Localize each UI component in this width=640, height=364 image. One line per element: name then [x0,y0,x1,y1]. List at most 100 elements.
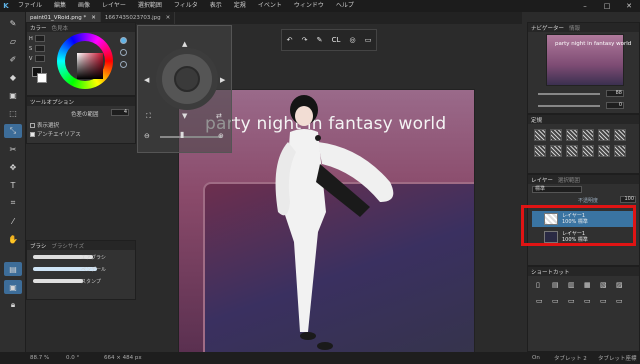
save-file-icon[interactable]: ▥ [568,281,575,289]
arrow-right-icon[interactable]: ▶ [220,76,225,84]
shortcut-icon[interactable]: ▭ [568,297,575,305]
menu-selection[interactable]: 選択範囲 [132,0,168,12]
ruler-preset[interactable] [582,129,594,141]
color-mode-radio-2[interactable] [120,49,127,56]
brush-tool-icon[interactable]: ✐ [4,52,22,66]
zoom-out-icon[interactable]: ⊖ [144,132,150,140]
value-field[interactable] [35,55,45,62]
zoom-slider[interactable] [538,93,600,95]
menu-file[interactable]: ファイル [12,0,48,12]
rotate-input[interactable]: 0 [606,102,624,109]
color-wheel[interactable] [57,33,113,89]
rotation-navigator-overlay[interactable]: ▲ ◀ ▶ ▼ ⛶ ⇄ ⊖ ⊕ ▮ [137,25,232,153]
select-rect-icon[interactable]: ⬚ [4,106,22,120]
menu-image[interactable]: 画像 [72,0,96,12]
antialias-checkbox[interactable] [30,132,35,137]
menu-ruler[interactable]: 定規 [228,0,252,12]
rotation-dial-center[interactable] [174,66,200,92]
ruler-preset[interactable] [598,145,610,157]
zoom-slider-handle[interactable]: ▮ [180,130,184,139]
menu-layer[interactable]: レイヤー [96,0,132,12]
tab-brush[interactable]: ブラシ [30,242,46,250]
ruler-preset[interactable] [614,145,626,157]
ruler-preset[interactable] [566,145,578,157]
ruler-preset[interactable] [550,145,562,157]
ruler-preset[interactable] [614,129,626,141]
maximize-button[interactable]: □ [596,0,618,12]
show-selection-option[interactable]: 表示選択 [30,121,59,129]
show-selection-checkbox[interactable] [30,123,35,128]
export-icon[interactable]: ▦ [584,281,591,289]
blend-mode-select[interactable]: 標準 [532,186,582,193]
shortcut-icon[interactable]: ▭ [584,297,591,305]
undo-icon[interactable]: ↶ [287,36,293,44]
tab-info[interactable]: 情報 [569,24,580,32]
ruler-preset[interactable] [550,129,562,141]
hue-field[interactable] [35,35,45,42]
antialias-option[interactable]: アンチエイリアス [30,130,81,138]
ruler-preset[interactable] [598,129,610,141]
ruler-preset[interactable] [582,145,594,157]
crop-tool-icon[interactable]: ⌗ [4,196,22,210]
target-icon[interactable]: ◎ [350,36,356,44]
tab-layer[interactable]: レイヤー [531,176,553,184]
zoom-slider[interactable] [160,136,222,138]
minimize-button[interactable]: – [574,0,596,12]
color-mode-radio-3[interactable] [120,61,127,68]
mask-mode-icon[interactable]: ▣ [4,280,22,294]
color-mode-radio-1[interactable] [120,37,127,44]
rotation-dial[interactable] [156,48,218,110]
lock-icon[interactable]: 🔒︎ [4,298,22,312]
close-icon[interactable]: ✕ [166,12,171,24]
shortcut-icon[interactable]: ▭ [600,297,607,305]
background-color-swatch[interactable] [37,73,47,83]
tab-color[interactable]: カラー [30,24,47,32]
zoom-in-icon[interactable]: ⊕ [218,132,224,140]
fit-view-icon[interactable]: ⛶ [146,112,151,121]
tab-brush-size[interactable]: ブラシサイズ [51,242,84,250]
copy-icon[interactable]: ▧ [600,281,607,289]
menu-event[interactable]: イベント [252,0,288,12]
ruler-preset[interactable] [566,129,578,141]
ruler-preset[interactable] [534,145,546,157]
shortcut-icon[interactable]: ▭ [536,297,543,305]
saturation-value-square[interactable] [77,53,103,79]
pen-tool-icon[interactable]: ✎ [4,16,22,30]
lasso-tool-icon[interactable]: ✂ [4,142,22,156]
shortcut-icon[interactable]: ▭ [552,297,559,305]
magic-wand-icon[interactable]: ⤡ [4,124,22,138]
menu-window[interactable]: ウィンドウ [288,0,330,12]
redo-icon[interactable]: ↷ [302,36,308,44]
menu-view[interactable]: 表示 [204,0,228,12]
edit-mode-icon[interactable]: ▤ [4,262,22,276]
gradient-tool-icon[interactable]: ▣ [4,88,22,102]
tab-swatches[interactable]: 色見本 [52,24,69,32]
flip-icon[interactable]: ⇄ [216,112,222,120]
paste-icon[interactable]: ▨ [616,281,623,289]
color-range-input[interactable]: 4 [111,109,129,116]
opacity-input[interactable]: 100 [620,196,636,203]
ruler-preset[interactable] [534,129,546,141]
pen-icon[interactable]: ✎ [317,36,323,44]
arrow-up-icon[interactable]: ▲ [182,40,187,48]
brush-stroke-preview[interactable] [33,279,83,283]
shortcut-icon[interactable]: ▭ [616,297,623,305]
move-tool-icon[interactable]: ✥ [4,160,22,174]
new-file-icon[interactable]: ▯ [536,281,540,289]
fill-tool-icon[interactable]: ◆ [4,70,22,84]
menu-edit[interactable]: 編集 [48,0,72,12]
window-icon[interactable]: ▭ [365,36,372,44]
menu-help[interactable]: ヘルプ [330,0,360,12]
tab-navigator[interactable]: ナビゲーター [531,24,564,32]
menu-filter[interactable]: フィルタ [168,0,204,12]
zoom-input[interactable]: 88 [606,90,624,97]
rotate-slider[interactable] [538,105,600,107]
eyedropper-icon[interactable]: ⁄ [4,214,22,228]
eraser-tool-icon[interactable]: ▱ [4,34,22,48]
saturation-field[interactable] [35,45,45,52]
tab-selection[interactable]: 選択範囲 [558,176,580,184]
open-file-icon[interactable]: ▤ [552,281,559,289]
arrow-down-icon[interactable]: ▼ [182,112,187,120]
navigator-thumbnail[interactable]: party night in fantasy world [546,34,631,86]
text-tool-icon[interactable]: T [4,178,22,192]
